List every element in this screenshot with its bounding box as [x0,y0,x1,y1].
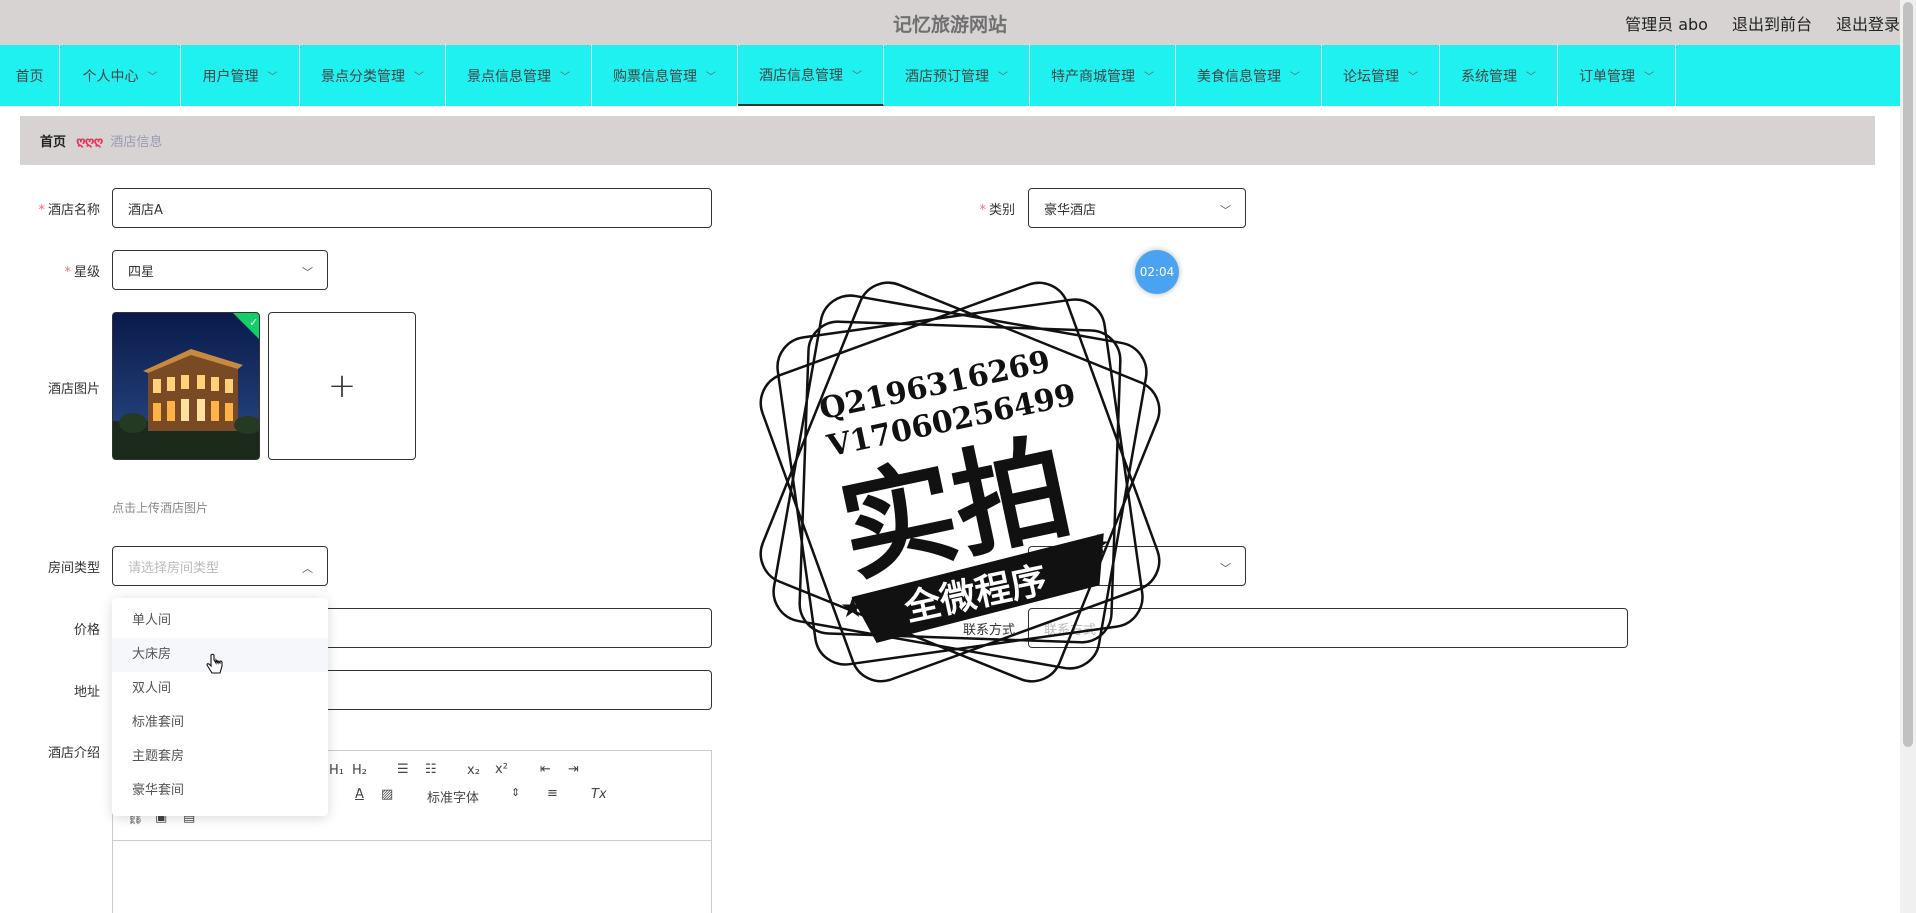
hotel-name-input[interactable]: 酒店A [112,188,712,228]
back-to-front-link[interactable]: 退出到前台 [1732,11,1812,35]
indent-icon[interactable]: ⇥ [568,762,579,777]
nav-item-personal-center[interactable]: 个人中心 ﹀ [60,45,181,106]
chevron-down-icon: ﹀ [1408,72,1418,83]
dropdown-option[interactable]: 豪华套间 [112,774,328,808]
hotel-image-label: 酒店图片 [47,382,100,397]
breadcrumb-separator: ღღღ [76,133,103,148]
nav-item-ticket-info[interactable]: 购票信息管理 ﹀ [592,45,738,106]
address-label: 地址 [73,685,100,700]
chevron-down-icon: ﹀ [267,72,278,83]
nav-item-hotel-booking[interactable]: 酒店预订管理 ﹀ [884,45,1030,106]
updown-icon: ⇕ [511,786,521,799]
image-upload-button[interactable]: + [268,312,416,460]
category-select[interactable]: 豪华酒店 ﹀ [1028,188,1246,228]
chevron-down-icon: ﹀ [414,72,424,83]
chevron-down-icon: ﹀ [147,72,158,83]
room-type-label: 房间类型 [47,561,100,576]
page-scrollbar[interactable] [1900,0,1916,913]
chevron-down-icon: ﹀ [852,71,862,82]
nav-item-forum[interactable]: 论坛管理 ﹀ [1322,45,1440,106]
font-color-icon[interactable]: A [355,787,364,802]
nav-item-orders[interactable]: 订单管理 ﹀ [1558,45,1676,106]
main-nav: 首页 个人中心 ﹀ 用户管理 ﹀ 景点分类管理 ﹀ 景点信息管理 ﹀ 购票信息管理 ﹀ 酒… [0,45,1900,106]
timer-badge: 02:04 [1135,250,1179,294]
chevron-down-icon: ﹀ [1220,204,1231,217]
chevron-down-icon: ﹀ [1526,72,1536,83]
hotel-photo: ✓ [113,313,259,459]
admin-label: 管理员 abo [1625,15,1708,34]
chevron-down-icon: ﹀ [1144,72,1154,83]
ordered-list-icon[interactable]: ☰ [397,762,409,777]
watermark-line1: Q2196316269 [816,344,1053,427]
h2-button[interactable]: H₂ [352,763,367,778]
site-title: 记忆旅游网站 [892,14,1007,36]
superscript-button[interactable]: x² [495,762,508,777]
dropdown-option[interactable]: 单人间 [112,604,328,638]
right-select[interactable]: 请选择 ﹀ [1028,546,1246,586]
chevron-down-icon: ﹀ [560,72,570,83]
chevron-up-icon: ︿ [302,562,313,575]
svg-text:✓: ✓ [249,316,258,329]
align-icon[interactable]: ≡ [547,786,558,801]
image-upload-hint: 点击上传酒店图片 [112,501,209,515]
contact-label: 联系方式 [962,623,1015,638]
dropdown-option[interactable]: 双人间 [112,672,328,706]
hotel-name-label: * 酒店名称 [38,203,100,218]
chevron-down-icon: ﹀ [302,266,313,279]
chevron-down-icon: ﹀ [1644,72,1654,83]
price-label: 价格 [73,623,100,638]
top-right-links: 管理员 abo 退出到前台 退出登录 [1625,11,1900,35]
logout-link[interactable]: 退出登录 [1836,11,1900,35]
clear-format-button[interactable]: Tx [591,787,607,802]
dropdown-option[interactable]: 主题套房 [112,740,328,774]
chevron-down-icon: ﹀ [1220,562,1231,575]
hotel-image-thumbnail[interactable]: ✓ [112,312,260,460]
editor-body[interactable] [113,842,711,913]
breadcrumb: 首页 ღღღ 酒店信息 [20,116,1875,165]
star-level-label: * 星级 [64,265,100,280]
nav-item-food-info[interactable]: 美食信息管理 ﹀ [1176,45,1322,106]
contact-input[interactable]: 联系方式 [1028,608,1628,648]
chevron-down-icon: ﹀ [1290,72,1300,83]
outdent-icon[interactable]: ⇤ [540,762,551,777]
breadcrumb-home[interactable]: 首页 [40,131,66,150]
top-bar: 记忆旅游网站 管理员 abo 退出到前台 退出登录 [0,0,1900,45]
background-color-icon[interactable]: ▨ [381,787,393,802]
hand-cursor-icon [206,653,223,674]
scrollbar-thumb[interactable] [1903,2,1913,747]
nav-item-hotel-info[interactable]: 酒店信息管理 ﹀ [738,45,884,106]
room-type-select[interactable]: 请选择房间类型 ︿ [112,546,328,586]
watermark-line2: V17060256499 [823,378,1079,465]
breadcrumb-current: 酒店信息 [110,135,163,150]
dropdown-option[interactable]: 标准套间 [112,706,328,740]
nav-item-spot-category[interactable]: 景点分类管理 ﹀ [300,45,446,106]
chevron-down-icon: ﹀ [706,72,716,83]
nav-item-specialty-mall[interactable]: 特产商城管理 ﹀ [1030,45,1176,106]
font-family-select[interactable]: 标准字体 [427,787,479,806]
star-level-select[interactable]: 四星 ﹀ [112,250,328,290]
star-icon: ★ [840,591,865,624]
nav-item-spot-info[interactable]: 景点信息管理 ﹀ [446,45,592,106]
bullet-list-icon[interactable]: ☷ [425,762,437,777]
room-type-dropdown: 单人间 大床房 双人间 标准套间 主题套房 豪华套间 [112,598,328,816]
chevron-down-icon: ﹀ [998,72,1008,83]
nav-item-user-management[interactable]: 用户管理 ﹀ [181,45,300,106]
intro-label: 酒店介绍 [47,746,100,761]
nav-item-system[interactable]: 系统管理 ﹀ [1440,45,1558,106]
category-label: * 类别 [979,203,1015,218]
plus-icon: + [327,366,357,406]
h1-button[interactable]: H₁ [329,763,344,778]
nav-item-home[interactable]: 首页 [0,45,60,106]
subscript-button[interactable]: x₂ [467,763,480,778]
